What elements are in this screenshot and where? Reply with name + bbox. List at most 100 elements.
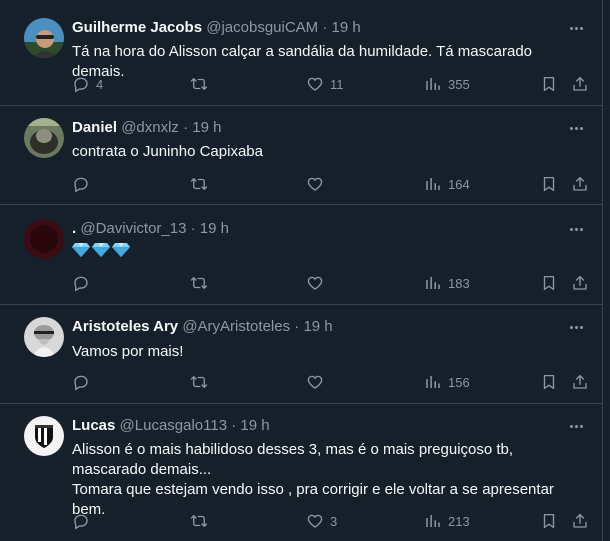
retweet-icon (190, 515, 208, 527)
tweet-header: . @Davivictor_13 · 19 h (72, 219, 229, 239)
reply-button[interactable] (72, 174, 96, 194)
avatar[interactable] (24, 118, 64, 158)
share-button[interactable] (571, 74, 589, 94)
author-handle[interactable]: @AryAristoteles (182, 318, 290, 335)
author-name[interactable]: Guilherme Jacobs (72, 19, 202, 36)
share-icon (573, 76, 587, 91)
share-icon (573, 176, 587, 191)
replies-feed: Guilherme Jacobs @jacobsguiCAM · 19 h Tá… (0, 0, 603, 541)
author-name[interactable]: . (72, 220, 76, 237)
bookmark-icon (543, 374, 555, 390)
timestamp[interactable]: 19 h (200, 220, 229, 237)
reply-button[interactable] (72, 273, 96, 293)
view-count: 164 (448, 176, 470, 192)
retweet-button[interactable] (190, 74, 208, 94)
retweet-button[interactable] (190, 511, 208, 531)
tweet-header: Guilherme Jacobs @jacobsguiCAM · 19 h (72, 18, 361, 38)
heart-icon (307, 514, 323, 528)
tweet-text: Alisson é o mais habilidoso desses 3, ma… (72, 441, 554, 518)
views-button[interactable]: 355 (424, 74, 470, 94)
bookmark-icon (543, 176, 555, 192)
gem-icon (112, 243, 130, 257)
gem-icon (92, 243, 110, 257)
retweet-icon (190, 178, 208, 190)
gem-emoji-2: 💎 (92, 242, 110, 263)
view-count: 183 (448, 275, 470, 291)
views-chart-icon (426, 178, 440, 190)
reply-icon (74, 77, 88, 93)
author-handle[interactable]: @Davivictor_13 (80, 220, 186, 237)
bookmark-button[interactable] (540, 511, 558, 531)
like-button[interactable] (306, 273, 330, 293)
reply-icon (74, 177, 88, 193)
reply-tweet[interactable]: Aristoteles Ary @AryAristoteles · 19 h V… (0, 305, 603, 404)
more-options-icon[interactable] (565, 219, 587, 239)
bookmark-button[interactable] (540, 273, 558, 293)
like-button[interactable] (306, 372, 330, 392)
like-button[interactable]: 11 (306, 74, 344, 94)
more-options-icon[interactable] (565, 416, 587, 436)
timestamp[interactable]: 19 h (332, 19, 361, 36)
timestamp[interactable]: 19 h (240, 417, 269, 434)
share-icon (573, 374, 587, 389)
author-name[interactable]: Aristoteles Ary (72, 318, 178, 335)
like-button[interactable]: 3 (306, 511, 337, 531)
bookmark-button[interactable] (540, 74, 558, 94)
more-options-icon[interactable] (565, 118, 587, 138)
bookmark-button[interactable] (540, 174, 558, 194)
retweet-button[interactable] (190, 273, 208, 293)
reply-tweet[interactable]: Lucas @Lucasgalo113 · 19 h Alisson é o m… (0, 404, 603, 541)
heart-icon (307, 177, 323, 191)
reply-button[interactable] (72, 511, 96, 531)
avatar[interactable] (24, 18, 64, 58)
tweet-header: Daniel @dxnxlz · 19 h (72, 118, 221, 138)
tweet-text: contrata o Juninho Capixaba (72, 143, 263, 160)
bookmark-icon (543, 76, 555, 92)
timestamp[interactable]: 19 h (192, 119, 221, 136)
more-options-icon[interactable] (565, 317, 587, 337)
retweet-button[interactable] (190, 174, 208, 194)
reply-icon (74, 276, 88, 292)
author-name[interactable]: Daniel (72, 119, 117, 136)
views-button[interactable]: 164 (424, 174, 470, 194)
author-handle[interactable]: @dxnxlz (121, 119, 179, 136)
reply-icon (74, 514, 88, 530)
reply-button[interactable] (72, 372, 96, 392)
share-icon (573, 275, 587, 290)
share-button[interactable] (571, 174, 589, 194)
avatar[interactable] (24, 219, 64, 259)
views-chart-icon (426, 277, 440, 289)
bookmark-button[interactable] (540, 372, 558, 392)
views-chart-icon (426, 78, 440, 90)
heart-icon (307, 375, 323, 389)
timestamp[interactable]: 19 h (303, 318, 332, 335)
more-options-icon[interactable] (565, 18, 587, 38)
view-count: 355 (448, 76, 470, 92)
retweet-icon (190, 78, 208, 90)
share-button[interactable] (571, 511, 589, 531)
views-button[interactable]: 213 (424, 511, 470, 531)
views-chart-icon (426, 376, 440, 388)
reply-tweet[interactable]: Daniel @dxnxlz · 19 h contrata o Juninho… (0, 106, 603, 205)
heart-icon (307, 77, 323, 91)
author-handle[interactable]: @Lucasgalo113 (120, 417, 228, 434)
reply-button[interactable]: 4 (72, 74, 103, 94)
avatar[interactable] (24, 416, 64, 456)
separator-dot: · (294, 318, 300, 335)
gem-emoji-3: 💎 (112, 242, 130, 263)
reply-count: 4 (96, 76, 104, 92)
share-button[interactable] (571, 372, 589, 392)
reply-tweet[interactable]: . @Davivictor_13 · 19 h 💎 💎 💎 (0, 205, 603, 305)
avatar[interactable] (24, 317, 64, 357)
retweet-icon (190, 376, 208, 388)
author-handle[interactable]: @jacobsguiCAM (206, 19, 318, 36)
like-button[interactable] (306, 174, 330, 194)
views-button[interactable]: 183 (424, 273, 470, 293)
reply-tweet[interactable]: Guilherme Jacobs @jacobsguiCAM · 19 h Tá… (0, 0, 603, 106)
share-button[interactable] (571, 273, 589, 293)
author-name[interactable]: Lucas (72, 417, 115, 434)
retweet-button[interactable] (190, 372, 208, 392)
bookmark-icon (543, 275, 555, 291)
views-button[interactable]: 156 (424, 372, 470, 392)
separator-dot: · (231, 417, 237, 434)
